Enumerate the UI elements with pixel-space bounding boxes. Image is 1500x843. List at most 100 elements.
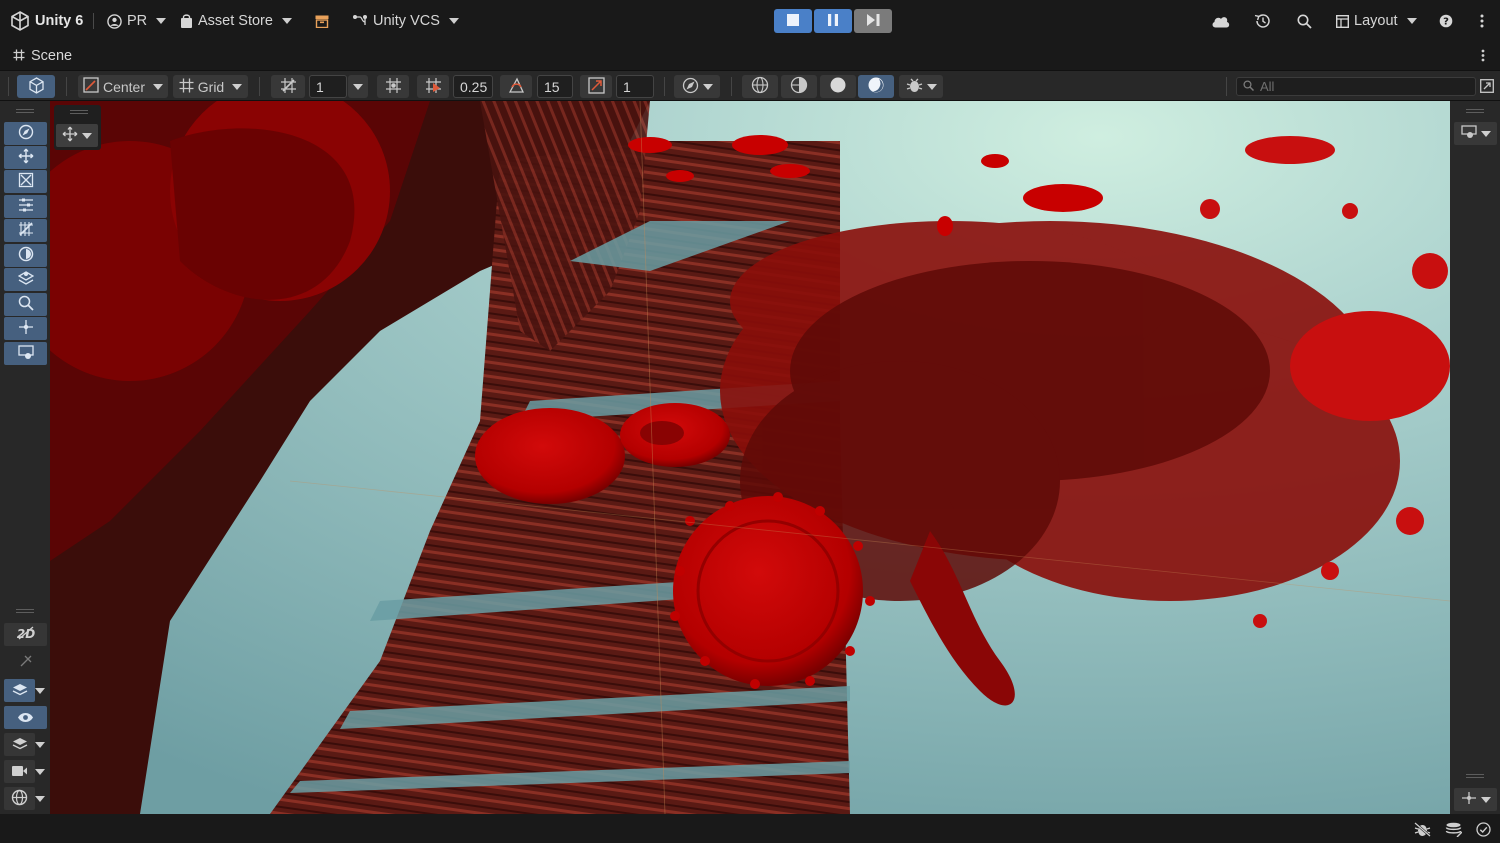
cube-icon [28, 76, 45, 97]
transform-tool-button[interactable] [4, 244, 47, 267]
rotate-tool-button[interactable] [4, 170, 47, 193]
gizmos-dropdown[interactable] [899, 75, 943, 98]
wireframe-mode-button[interactable] [742, 75, 778, 98]
grid-dropdown[interactable]: Grid [173, 75, 248, 98]
scale-tool-button[interactable] [4, 195, 47, 218]
progress-status-button[interactable] [1476, 822, 1491, 840]
gizmo-orientation-dropdown[interactable] [4, 787, 35, 810]
handle-position-dropdown[interactable] [56, 124, 98, 147]
search-placeholder: All [1260, 79, 1275, 94]
pause-button[interactable] [814, 9, 852, 33]
cache-server-button[interactable] [1445, 822, 1463, 840]
layers-dropdown[interactable] [4, 733, 35, 756]
video-camera-icon [11, 764, 28, 780]
account-dropdown[interactable]: PR [107, 0, 167, 42]
branch-icon [352, 14, 368, 28]
rotate-tool-icon [18, 172, 34, 191]
pivot-dropdown[interactable]: Center [78, 75, 168, 98]
grid-size-dropdown[interactable] [348, 75, 368, 98]
package-manager-button[interactable] [315, 0, 329, 42]
scale-tool-icon [18, 197, 34, 216]
rect-tool-button[interactable] [4, 219, 47, 242]
help-icon: ? [1439, 14, 1453, 28]
more-menu-button[interactable] [1480, 0, 1484, 42]
view-mode-button[interactable] [17, 75, 55, 98]
chevron-down-icon [926, 83, 937, 90]
audio-effects-toggle[interactable] [4, 679, 35, 702]
camera-settings-dropdown[interactable] [4, 760, 35, 783]
camera-tool-button[interactable] [4, 342, 47, 365]
layout-dropdown[interactable]: Layout [1336, 0, 1417, 42]
search-button[interactable] [1297, 0, 1312, 42]
pivot-tool-icon [18, 319, 34, 338]
play-controls [774, 9, 892, 33]
history-button[interactable] [1254, 0, 1271, 42]
vcs-dropdown[interactable]: Unity VCS [352, 0, 459, 42]
search-icon [1297, 14, 1312, 29]
drag-handle[interactable] [1466, 109, 1484, 113]
scale-snap-field[interactable]: 1 [616, 75, 654, 98]
zoom-tool-button[interactable] [4, 293, 47, 316]
chevron-down-icon [702, 83, 713, 90]
debug-mode-button[interactable] [1414, 822, 1431, 840]
2d-icon: 2D [16, 626, 35, 643]
shaded-wireframe-button[interactable] [781, 75, 817, 98]
scale-snap-toggle[interactable] [580, 75, 612, 98]
asset-store-dropdown[interactable]: Asset Store [180, 0, 292, 42]
pivot-tool-button[interactable] [4, 317, 47, 340]
kebab-icon [1480, 14, 1484, 28]
chevron-down-icon [1406, 18, 1417, 24]
cloud-icon [1211, 15, 1230, 28]
bug-off-icon [1414, 822, 1431, 840]
scene-viewport[interactable] [50, 101, 1450, 814]
scene-camera-dropdown[interactable] [1454, 122, 1497, 145]
scene-visibility-toggle[interactable] [4, 706, 47, 729]
increment-snap-toggle[interactable] [377, 75, 409, 98]
cloud-button[interactable] [1211, 0, 1230, 42]
rotate-snap-toggle[interactable] [500, 75, 532, 98]
scene-view-options-button[interactable] [1480, 79, 1494, 96]
history-icon [1254, 13, 1271, 29]
move-snap-field[interactable]: 0.25 [453, 75, 493, 98]
view-tool-button[interactable] [4, 122, 47, 145]
eye-icon [17, 710, 34, 726]
draw-mode-dropdown[interactable] [674, 75, 720, 98]
shopping-bag-icon [180, 13, 193, 29]
chevron-down-icon [281, 18, 292, 24]
chevron-down-icon[interactable] [35, 688, 45, 694]
chevron-down-icon[interactable] [35, 796, 45, 802]
globe-icon [11, 789, 28, 809]
rendered-mode-button[interactable] [858, 75, 894, 98]
step-button[interactable] [854, 9, 892, 33]
bug-icon [906, 77, 923, 97]
drag-handle[interactable] [16, 109, 34, 113]
chevron-down-icon[interactable] [35, 742, 45, 748]
rotate-snap-field[interactable]: 15 [537, 75, 573, 98]
tab-scene[interactable]: Scene [13, 48, 72, 64]
stop-button[interactable] [774, 9, 812, 33]
2d-toggle[interactable]: 2D [4, 623, 47, 646]
orientation-gizmo-dropdown[interactable] [1454, 788, 1497, 811]
drag-handle[interactable] [1466, 774, 1484, 778]
zoom-tool-icon [18, 295, 34, 314]
move-snap-toggle[interactable] [417, 75, 449, 98]
scene-overlay-right [1450, 101, 1500, 814]
drag-handle[interactable] [70, 110, 88, 114]
move-tool-button[interactable] [4, 146, 47, 169]
lighting-toggle[interactable] [4, 651, 47, 674]
tab-options-button[interactable] [1481, 49, 1485, 65]
grid-snap-toggle[interactable] [271, 75, 305, 98]
layers-tool-icon [17, 270, 34, 289]
pivot-label: Center [102, 78, 146, 95]
help-button[interactable]: ? [1439, 0, 1453, 42]
grid-size-field[interactable]: 1 [309, 75, 347, 98]
move-handle-icon [62, 126, 78, 145]
scene-search-input[interactable]: All [1236, 77, 1476, 96]
unity-menu[interactable]: Unity 6 [10, 0, 83, 42]
layout-icon [1336, 14, 1349, 28]
drag-handle[interactable] [16, 609, 34, 613]
custom-tool-button[interactable] [4, 268, 47, 291]
shaded-mode-button[interactable] [820, 75, 856, 98]
svg-text:?: ? [1443, 17, 1449, 28]
chevron-down-icon[interactable] [35, 769, 45, 775]
